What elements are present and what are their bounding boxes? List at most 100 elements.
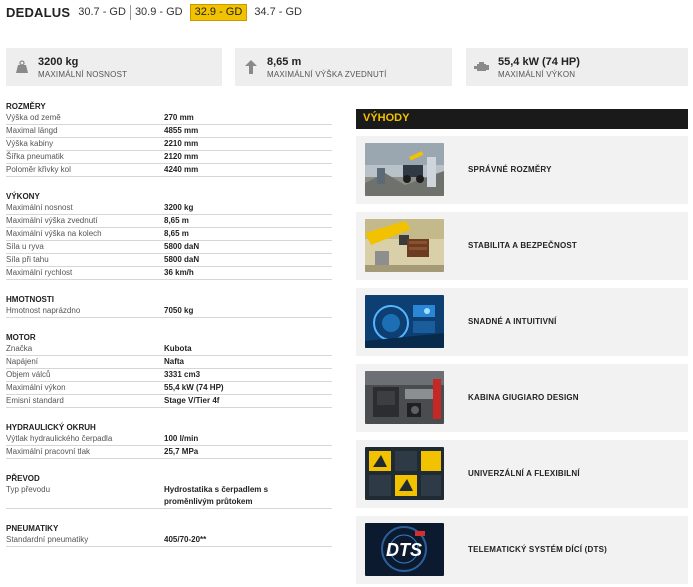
section-title-rozmery: ROZMĚRY (6, 102, 46, 111)
section-title-hydraulika: HYDRAULICKÝ OKRUH (6, 423, 96, 432)
stat-max-lift-height: 8,65 m MAXIMÁLNÍ VÝŠKA ZVEDNUTÍ (235, 48, 452, 86)
spec-row: Maximální výkon 55,4 kW (74 HP) (6, 382, 332, 395)
advantage-card-cabin[interactable]: KABINA GIUGIARO DESIGN (356, 364, 688, 432)
spec-key: Výtlak hydraulického čerpadla (6, 434, 113, 443)
spec-row: Výška kabiny 2210 mm (6, 138, 332, 151)
spec-value: 4240 mm (164, 165, 199, 174)
spec-row: Typ převodu Hydrostatika s čerpadlem s p… (6, 484, 332, 509)
spec-value: 36 km/h (164, 268, 194, 277)
spec-row: Výška od země 270 mm (6, 112, 332, 125)
advantage-card-versatile[interactable]: UNIVERZÁLNÍ A FLEXIBILNÍ (356, 440, 688, 508)
advantage-thumbnail (365, 143, 444, 196)
section-title-motor: MOTOR (6, 333, 36, 342)
advantage-card-telematics[interactable]: DTS TELEMATICKÝ SYSTÉM DÍCÍ (DTS) (356, 516, 688, 584)
spec-row: Maximální výška na kolech 8,65 m (6, 228, 332, 241)
spec-row: Objem válců 3331 cm3 (6, 369, 332, 382)
spec-key: Standardní pneumatiky (6, 535, 89, 544)
stat-value: 3200 kg (38, 55, 79, 68)
advantage-thumbnail (365, 295, 444, 348)
spec-value: 5800 daN (164, 255, 200, 264)
spec-key: Maximální výška zvednutí (6, 216, 98, 225)
spec-key: Typ převodu (6, 485, 51, 494)
spec-row: Standardní pneumatiky 405/70-20** (6, 534, 332, 547)
spec-row: Maximální pracovní tlak 25,7 MPa (6, 446, 332, 459)
spec-row: Hmotnost naprázdno 7050 kg (6, 305, 332, 318)
section-title-prevod: PŘEVOD (6, 474, 40, 483)
stat-label: MAXIMÁLNÍ NOSNOST (38, 69, 128, 79)
model-header: DEDALUS 30.7 - GD 30.9 - GD 32.9 - GD 34… (6, 3, 306, 21)
spec-key: Výška kabiny (6, 139, 54, 148)
spec-key: Maximální pracovní tlak (6, 447, 91, 456)
spec-key: Síla při tahu (6, 255, 49, 264)
spec-value: 25,7 MPa (164, 447, 199, 456)
spec-row: Síla při tahu 5800 daN (6, 254, 332, 267)
advantage-card-easy[interactable]: SNADNÉ A INTUITIVNÍ (356, 288, 688, 356)
advantage-card-dimensions[interactable]: SPRÁVNÉ ROZMĚRY (356, 136, 688, 204)
spec-value: 55,4 kW (74 HP) (164, 383, 224, 392)
spec-key: Objem válců (6, 370, 51, 379)
advantage-label: TELEMATICKÝ SYSTÉM DÍCÍ (DTS) (468, 545, 607, 554)
spec-value: 2120 mm (164, 152, 199, 161)
spec-row: Síla u ryva 5800 daN (6, 241, 332, 254)
model-tab-32-9[interactable]: 32.9 - GD (189, 3, 248, 21)
spec-value: Kubota (164, 344, 192, 353)
stat-max-power: 55,4 kW (74 HP) MAXIMÁLNÍ VÝKON (466, 48, 688, 86)
advantage-thumbnail: DTS (365, 523, 444, 576)
spec-row: Napájení Nafta (6, 356, 332, 369)
advantage-thumbnail (365, 447, 444, 500)
spec-value: 7050 kg (164, 306, 194, 315)
spec-value: 8,65 m (164, 216, 189, 225)
spec-key: Emisní standard (6, 396, 64, 405)
spec-row: Maximální rychlost 36 km/h (6, 267, 332, 280)
stat-value: 55,4 kW (74 HP) (498, 55, 580, 68)
spec-row: Maximální nosnost 3200 kg (6, 202, 332, 215)
spec-value: 2210 mm (164, 139, 199, 148)
engine-icon (472, 57, 492, 77)
stat-label: MAXIMÁLNÍ VÝKON (498, 69, 576, 79)
spec-key: Šířka pneumatik (6, 152, 64, 161)
advantages-title: VÝHODY (363, 112, 410, 124)
spec-row: Emisní standard Stage V/Tier 4f (6, 395, 332, 408)
spec-value: Nafta (164, 357, 185, 366)
spec-value-line2: proměnlivým průtokem (164, 497, 253, 506)
advantage-label: STABILITA A BEZPEČNOST (468, 241, 577, 250)
spec-key: Maximální rychlost (6, 268, 73, 277)
spec-row: Maximální výška zvednutí 8,65 m (6, 215, 332, 228)
advantage-label: KABINA GIUGIARO DESIGN (468, 393, 579, 402)
model-tab-30-7[interactable]: 30.7 - GD (78, 5, 130, 20)
model-tab-34-7[interactable]: 34.7 - GD (250, 5, 306, 20)
advantage-label: SNADNÉ A INTUITIVNÍ (468, 317, 557, 326)
spec-key: Poloměr křivky kol (6, 165, 71, 174)
spec-key: Maximální nosnost (6, 203, 73, 212)
spec-row: Značka Kubota (6, 343, 332, 356)
section-title-hmotnosti: HMOTNOSTI (6, 295, 54, 304)
spec-key: Značka (6, 344, 33, 353)
spec-key: Hmotnost naprázdno (6, 306, 81, 315)
spec-row: Maximal längd 4855 mm (6, 125, 332, 138)
section-title-vykony: VÝKONY (6, 192, 40, 201)
spec-value: 405/70-20** (164, 535, 207, 544)
advantage-label: UNIVERZÁLNÍ A FLEXIBILNÍ (468, 469, 580, 478)
spec-row: Šířka pneumatik 2120 mm (6, 151, 332, 164)
spec-key: Síla u ryva (6, 242, 44, 251)
arrow-up-icon (241, 57, 261, 77)
spec-row: Poloměr křivky kol 4240 mm (6, 164, 332, 177)
weight-icon (12, 57, 32, 77)
advantage-thumbnail (365, 371, 444, 424)
spec-value: 5800 daN (164, 242, 200, 251)
stat-label: MAXIMÁLNÍ VÝŠKA ZVEDNUTÍ (267, 69, 387, 79)
spec-key: Maximal längd (6, 126, 58, 135)
spec-row: Výtlak hydraulického čerpadla 100 l/min (6, 433, 332, 446)
spec-table: ROZMĚRY Výška od země 270 mm Maximal läng… (6, 101, 332, 547)
section-title-pneumatiky: PNEUMATIKY (6, 524, 59, 533)
advantages-header: VÝHODY (356, 109, 688, 129)
spec-value: Stage V/Tier 4f (164, 396, 220, 405)
spec-value: 270 mm (164, 113, 194, 122)
brand-title: DEDALUS (6, 4, 71, 20)
advantage-thumbnail (365, 219, 444, 272)
advantage-card-stability[interactable]: STABILITA A BEZPEČNOST (356, 212, 688, 280)
spec-key: Maximální výkon (6, 383, 66, 392)
model-tab-30-9[interactable]: 30.9 - GD (129, 4, 187, 20)
dts-logo-text: DTS (386, 540, 422, 560)
spec-value: 100 l/min (164, 434, 199, 443)
